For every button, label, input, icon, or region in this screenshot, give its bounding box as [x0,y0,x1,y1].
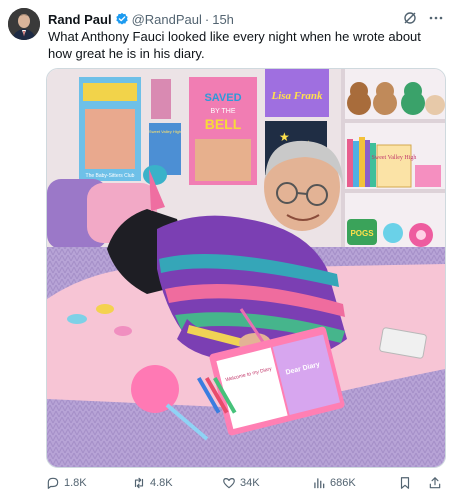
poster-babysitters-title: The Baby-Sitters Club [86,173,135,179]
tweet-header: Rand Paul @RandPaul · 15h [48,10,444,28]
repost-icon [134,477,144,489]
separator-dot: · [204,11,210,27]
share-button[interactable] [428,476,442,490]
repost-button[interactable]: 4.8K [132,476,173,490]
share-icon [429,477,441,489]
tweet: Rand Paul @RandPaul · 15h What Anthony F… [0,0,452,500]
poster-saved-by-the-bell: SAVED BY THE BELL [189,77,257,185]
svg-text:★: ★ [279,130,290,144]
tweet-text: What Anthony Fauci looked like every nig… [48,29,421,61]
reply-button[interactable]: 1.8K [46,476,87,490]
timestamp[interactable]: 15h [212,12,234,27]
avatar-image [8,8,40,40]
bedroom-illustration: Sweet Valley High POGS The Baby-Sitters … [47,69,445,467]
poster-lisa-frank: Lisa Frank [265,69,329,117]
bookmark-button[interactable] [398,476,412,490]
action-bar: 1.8K 4.8K 34K 686K [46,474,444,492]
reply-count: 1.8K [64,477,87,489]
heart-icon [223,478,235,489]
verified-badge-icon [115,12,129,26]
poster-saved-line1: SAVED [204,92,241,104]
avatar[interactable] [8,8,40,40]
poster-saved-line2: BY THE [210,108,235,115]
poster-sweet-valley: Sweet Valley High [149,129,181,134]
author-handle[interactable]: @RandPaul [132,12,202,27]
repost-count: 4.8K [150,477,173,489]
more-icon[interactable] [428,10,444,26]
poster-babysitters: The Baby-Sitters Club [79,77,141,181]
pogs-label: POGS [350,229,374,238]
views-button[interactable]: 686K [312,476,356,490]
poster-lisa-title: Lisa Frank [270,90,323,102]
grok-icon[interactable] [402,10,418,26]
views-icon [314,478,325,489]
like-count: 34K [240,477,260,489]
views-count: 686K [330,477,356,489]
like-button[interactable]: 34K [222,476,260,490]
poster-saved-line3: BELL [205,116,242,132]
header-actions [402,10,444,26]
tweet-image[interactable]: Sweet Valley High POGS The Baby-Sitters … [46,68,446,468]
reply-icon [47,477,59,489]
author-name[interactable]: Rand Paul [48,12,112,27]
book-sweet-valley: Sweet Valley High [372,155,417,161]
bookmark-icon [400,477,410,489]
